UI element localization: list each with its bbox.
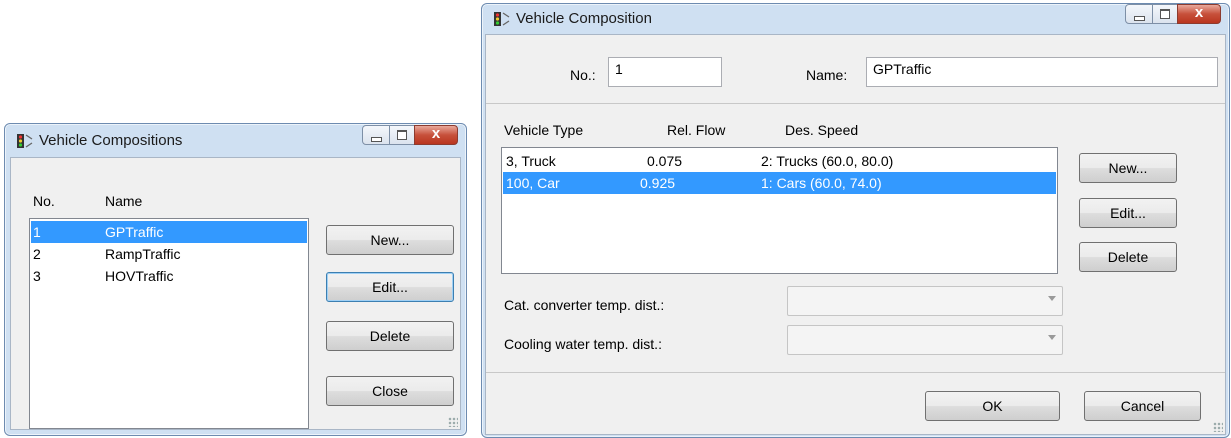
delete-button[interactable]: Delete: [1079, 242, 1177, 272]
item-no: 1: [33, 224, 41, 240]
cat-converter-label: Cat. converter temp. dist.:: [504, 297, 665, 313]
name-label: Name:: [806, 67, 848, 83]
rel-flow-cell: 0.075: [647, 153, 683, 169]
list-item[interactable]: 1 GPTraffic: [31, 221, 307, 243]
close-window-button[interactable]: x: [1177, 4, 1221, 24]
chevron-down-icon: [1048, 335, 1056, 340]
vehicle-type-cell: 100, Car: [506, 175, 560, 191]
dialog-client-area: No.: 1 Name: GPTraffic Vehicle Type Rel.…: [485, 34, 1226, 435]
list-item[interactable]: 2 RampTraffic: [31, 243, 307, 265]
compositions-list[interactable]: 1 GPTraffic 2 RampTraffic 3 HOVTraffic: [29, 218, 309, 429]
delete-button[interactable]: Delete: [326, 321, 454, 351]
minimize-button[interactable]: [1125, 4, 1153, 24]
separator: [486, 103, 1225, 104]
cooling-water-label: Cooling water temp. dist.:: [504, 336, 662, 352]
window-title: Vehicle Composition: [516, 10, 652, 27]
column-header-name: Name: [105, 193, 143, 209]
edit-button[interactable]: Edit...: [326, 272, 454, 302]
item-no: 3: [33, 268, 41, 284]
title-bar[interactable]: Vehicle Compositions x: [5, 124, 466, 156]
minimize-button[interactable]: [362, 125, 390, 145]
vehicle-types-list[interactable]: 3, Truck 0.075 2: Trucks (60.0, 80.0) 10…: [501, 147, 1058, 274]
cooling-water-dropdown[interactable]: [787, 325, 1063, 355]
new-button[interactable]: New...: [1079, 153, 1177, 183]
item-no: 2: [33, 246, 41, 262]
edit-button[interactable]: Edit...: [1079, 198, 1177, 228]
new-button[interactable]: New...: [326, 225, 454, 255]
vehicle-composition-window: Vehicle Composition x No.: 1 Name: GPTra…: [481, 3, 1230, 438]
ok-button[interactable]: OK: [925, 391, 1060, 421]
footer-separator: [486, 372, 1225, 373]
close-icon: x: [1194, 4, 1204, 21]
traffic-signal-icon: [494, 12, 510, 26]
no-field[interactable]: 1: [608, 57, 722, 87]
rel-flow-cell: 0.925: [640, 175, 676, 191]
column-header-des-speed: Des. Speed: [785, 122, 859, 138]
table-row[interactable]: 100, Car 0.925 1: Cars (60.0, 74.0): [503, 172, 1056, 194]
resize-grip[interactable]: [448, 417, 458, 427]
item-name: HOVTraffic: [105, 268, 174, 284]
column-header-no: No.: [33, 193, 55, 209]
chevron-down-icon: [1048, 296, 1056, 301]
no-label: No.:: [570, 67, 596, 83]
maximize-button[interactable]: [389, 125, 415, 145]
traffic-signal-icon: [17, 134, 33, 148]
item-name: GPTraffic: [105, 224, 164, 240]
title-bar[interactable]: Vehicle Composition x: [482, 4, 1229, 36]
column-header-rel-flow: Rel. Flow: [667, 122, 726, 138]
list-item[interactable]: 3 HOVTraffic: [31, 265, 307, 287]
maximize-button[interactable]: [1152, 4, 1178, 24]
vehicle-type-cell: 3, Truck: [506, 153, 556, 169]
window-title: Vehicle Compositions: [39, 132, 183, 149]
close-window-button[interactable]: x: [414, 125, 458, 145]
resize-grip[interactable]: [1213, 422, 1223, 432]
des-speed-cell: 2: Trucks (60.0, 80.0): [761, 153, 894, 169]
dialog-client-area: No. Name 1 GPTraffic 2 RampTraffic 3 HOV…: [10, 157, 461, 430]
des-speed-cell: 1: Cars (60.0, 74.0): [761, 175, 882, 191]
table-row[interactable]: 3, Truck 0.075 2: Trucks (60.0, 80.0): [503, 150, 1056, 172]
vehicle-compositions-window: Vehicle Compositions x No. Name 1 GPTraf…: [4, 123, 467, 436]
name-field[interactable]: GPTraffic: [866, 57, 1218, 87]
close-button[interactable]: Close: [326, 376, 454, 406]
cat-converter-dropdown[interactable]: [787, 286, 1063, 316]
cancel-button[interactable]: Cancel: [1084, 391, 1201, 421]
column-header-vehicle-type: Vehicle Type: [504, 122, 584, 138]
item-name: RampTraffic: [105, 246, 181, 262]
close-icon: x: [431, 125, 441, 142]
